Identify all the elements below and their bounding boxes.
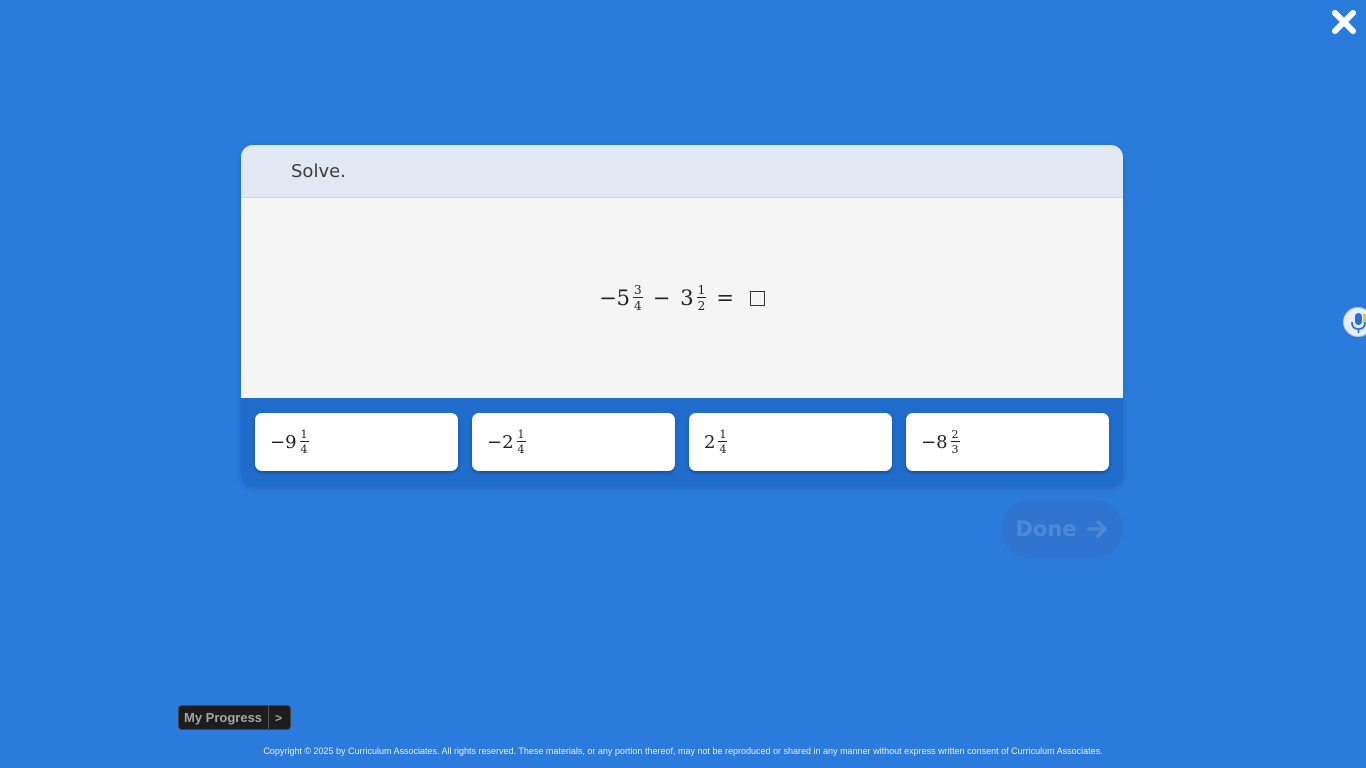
answer-sign: − <box>270 431 286 453</box>
equation-term-1: − 5 3 4 <box>599 284 643 312</box>
answer-fraction: 1 4 <box>718 428 728 456</box>
answer-denominator: 4 <box>300 443 308 456</box>
answer-denominator: 4 <box>719 443 727 456</box>
arrow-right-icon <box>1086 520 1107 538</box>
term-1-sign: − <box>599 286 617 310</box>
answer-choice-value: − 9 1 4 <box>270 429 309 455</box>
term-1-denominator: 4 <box>634 299 642 313</box>
question-prompt: Solve. <box>291 160 346 182</box>
answer-denominator: 4 <box>517 443 525 456</box>
answer-denominator: 3 <box>951 443 959 456</box>
my-progress-arrow: > <box>268 706 282 729</box>
answer-choice-2[interactable]: − 2 1 4 <box>472 413 675 471</box>
answer-choice-value: − 8 2 3 <box>921 429 960 455</box>
equation-term-2: 3 1 2 <box>680 283 707 313</box>
term-2-numerator: 1 <box>696 283 707 298</box>
done-button[interactable]: Done <box>1001 500 1123 558</box>
done-button-label: Done <box>1015 517 1077 541</box>
answer-numerator: 1 <box>718 428 728 442</box>
equation-operator: − <box>652 286 671 310</box>
answer-whole: 2 <box>502 431 514 453</box>
answer-fraction: 2 3 <box>950 428 960 456</box>
answer-choice-value: − 2 1 4 <box>487 429 526 455</box>
answer-choice-1[interactable]: − 9 1 4 <box>255 413 458 471</box>
answer-numerator: 2 <box>950 428 960 442</box>
microphone-button[interactable] <box>1343 307 1366 337</box>
answer-numerator: 1 <box>516 428 526 442</box>
copyright-footer: Copyright © 2025 by Curriculum Associate… <box>263 746 1103 756</box>
question-card: Solve. − 5 3 4 − 3 1 2 = − 9 1 4 − 2 1 4… <box>241 145 1123 486</box>
close-button[interactable] <box>1330 8 1358 36</box>
question-header: Solve. <box>241 145 1123 198</box>
answer-sign: − <box>487 431 503 453</box>
answer-choices: − 9 1 4 − 2 1 4 2 1 4 − 8 2 3 <box>241 398 1123 486</box>
equation: − 5 3 4 − 3 1 2 = <box>599 284 765 312</box>
my-progress-label: My Progress <box>184 710 263 725</box>
term-1-numerator: 3 <box>633 283 643 298</box>
term-2-fraction: 1 2 <box>696 283 707 313</box>
answer-blank-box <box>749 290 765 306</box>
answer-whole: 2 <box>704 431 716 453</box>
answer-choice-4[interactable]: − 8 2 3 <box>906 413 1109 471</box>
answer-numerator: 1 <box>299 428 309 442</box>
my-progress-button[interactable]: My Progress > <box>178 705 291 730</box>
answer-fraction: 1 4 <box>299 428 309 456</box>
equation-equals: = <box>716 286 734 310</box>
answer-whole: 8 <box>936 431 948 453</box>
answer-sign: − <box>921 431 937 453</box>
term-2-denominator: 2 <box>697 299 706 313</box>
answer-whole: 9 <box>285 431 297 453</box>
term-2-whole: 3 <box>680 286 694 310</box>
close-icon <box>1332 10 1356 34</box>
question-body: − 5 3 4 − 3 1 2 = <box>241 198 1123 398</box>
term-1-fraction: 3 4 <box>633 284 643 312</box>
term-1-whole: 5 <box>616 286 631 310</box>
microphone-icon <box>1351 313 1366 333</box>
answer-fraction: 1 4 <box>516 428 526 456</box>
answer-choice-3[interactable]: 2 1 4 <box>689 413 892 471</box>
answer-choice-value: 2 1 4 <box>704 428 728 456</box>
